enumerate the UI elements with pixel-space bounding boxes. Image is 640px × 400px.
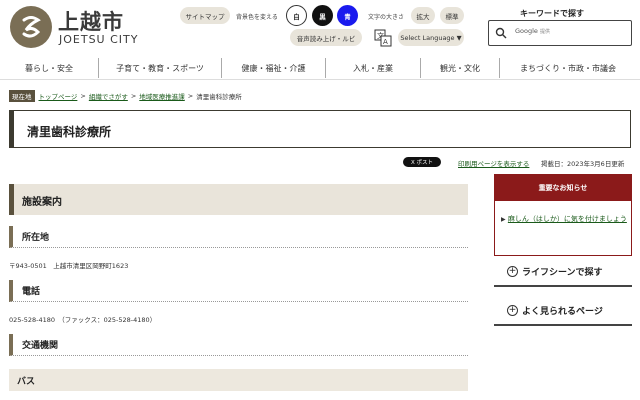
bg-blue-button[interactable]: 青 (337, 5, 358, 26)
search-icon (495, 27, 507, 39)
published-date: 掲載日：2023年3月6日更新 (541, 160, 625, 168)
lifescene-link[interactable]: + ライフシーンで探す (494, 259, 632, 287)
subsection-phone: 電話 (9, 280, 468, 302)
section-facility-info: 施設案内 (9, 184, 468, 215)
search-box[interactable]: Google 提供 (488, 20, 632, 46)
city-logo[interactable] (10, 6, 52, 48)
print-page-link[interactable]: 印刷用ページを表示する (458, 158, 529, 168)
nav-item-citygov[interactable]: まちづくり・市政・市議会 (500, 60, 636, 76)
notice-link[interactable]: 麻しん（はしか）に気を付けましょう (508, 215, 627, 223)
bg-white-button[interactable]: 白 (286, 5, 307, 26)
sitemap-link[interactable]: サイトマップ (180, 7, 230, 24)
address-text: 〒943-0501 上越市清里区岡野町1623 (9, 262, 129, 270)
subsection-access: 交通機関 (9, 334, 468, 356)
font-enlarge-button[interactable]: 拡大 (411, 7, 435, 24)
subsection-bus: バス (9, 369, 468, 391)
plus-icon: + (507, 305, 518, 316)
subsection-heading: 交通機関 (22, 341, 59, 351)
popular-pages-link[interactable]: + よく見られるページ (494, 298, 632, 326)
svg-text:A: A (383, 38, 388, 46)
nav-item-tourism[interactable]: 観光・文化 (421, 60, 499, 76)
x-post-button[interactable]: X ポスト (403, 157, 441, 167)
breadcrumb-organization[interactable]: 組織でさがす (89, 91, 128, 101)
nav-item-living[interactable]: 暮らし・安全 (0, 60, 98, 76)
subsection-heading: 所在地 (22, 233, 50, 243)
breadcrumb-current: 清里歯科診療所 (196, 93, 242, 101)
breadcrumb-home[interactable]: トップページ (39, 91, 78, 101)
plus-icon: + (507, 266, 518, 277)
subsection-heading: バス (17, 377, 36, 387)
phone-text: 025-528-4180 （ファックス：025-528-4180） (9, 316, 157, 324)
font-standard-button[interactable]: 標準 (440, 7, 464, 24)
nav-item-health[interactable]: 健康・福祉・介護 (222, 60, 325, 76)
language-select[interactable]: Select Language ▼ (398, 29, 464, 46)
voice-ruby-button[interactable]: 音声読み上げ・ルビ (290, 29, 362, 46)
subsection-heading: 電話 (22, 287, 41, 297)
section-heading: 施設案内 (22, 197, 62, 208)
breadcrumb-department[interactable]: 地域医療推進課 (139, 91, 185, 101)
important-notice-box: 重要なお知らせ ▶ 麻しん（はしか）に気を付けましょう (494, 174, 632, 256)
search-input[interactable]: Google 提供 (515, 27, 550, 35)
city-name-roman: JOETSU CITY (59, 33, 139, 46)
lifescene-label: ライフシーンで探す (522, 268, 603, 278)
nav-item-childcare[interactable]: 子育て・教育・スポーツ (99, 60, 221, 76)
global-nav: 暮らし・安全 子育て・教育・スポーツ 健康・福祉・介護 入札・産業 観光・文化 … (0, 56, 640, 80)
breadcrumb: 現在地 トップページ > 組織でさがす > 地域医療推進課 > 清里歯科診療所 (9, 90, 242, 102)
logo-mark-icon (22, 16, 41, 38)
breadcrumb-here-label: 現在地 (9, 90, 35, 102)
popular-pages-label: よく見られるページ (522, 307, 603, 317)
subsection-location: 所在地 (9, 226, 468, 248)
notice-title: 重要なお知らせ (495, 175, 631, 201)
font-size-label: 文字の大きさ (368, 14, 405, 21)
page-title-box: 清里歯科診療所 (9, 110, 631, 148)
bg-color-label: 背景色を変える (236, 14, 278, 21)
notice-item: ▶ 麻しん（はしか）に気を付けましょう (501, 213, 627, 226)
page-title: 清里歯科診療所 (27, 125, 112, 139)
triangle-bullet-icon: ▶ (501, 216, 506, 223)
bg-black-button[interactable]: 黒 (312, 5, 333, 26)
translate-icon: 文 A (374, 29, 392, 47)
keyword-search-title: キーワードで探す (520, 9, 584, 18)
nav-item-bidding[interactable]: 入札・産業 (326, 60, 420, 76)
city-name: 上越市 (58, 10, 124, 34)
